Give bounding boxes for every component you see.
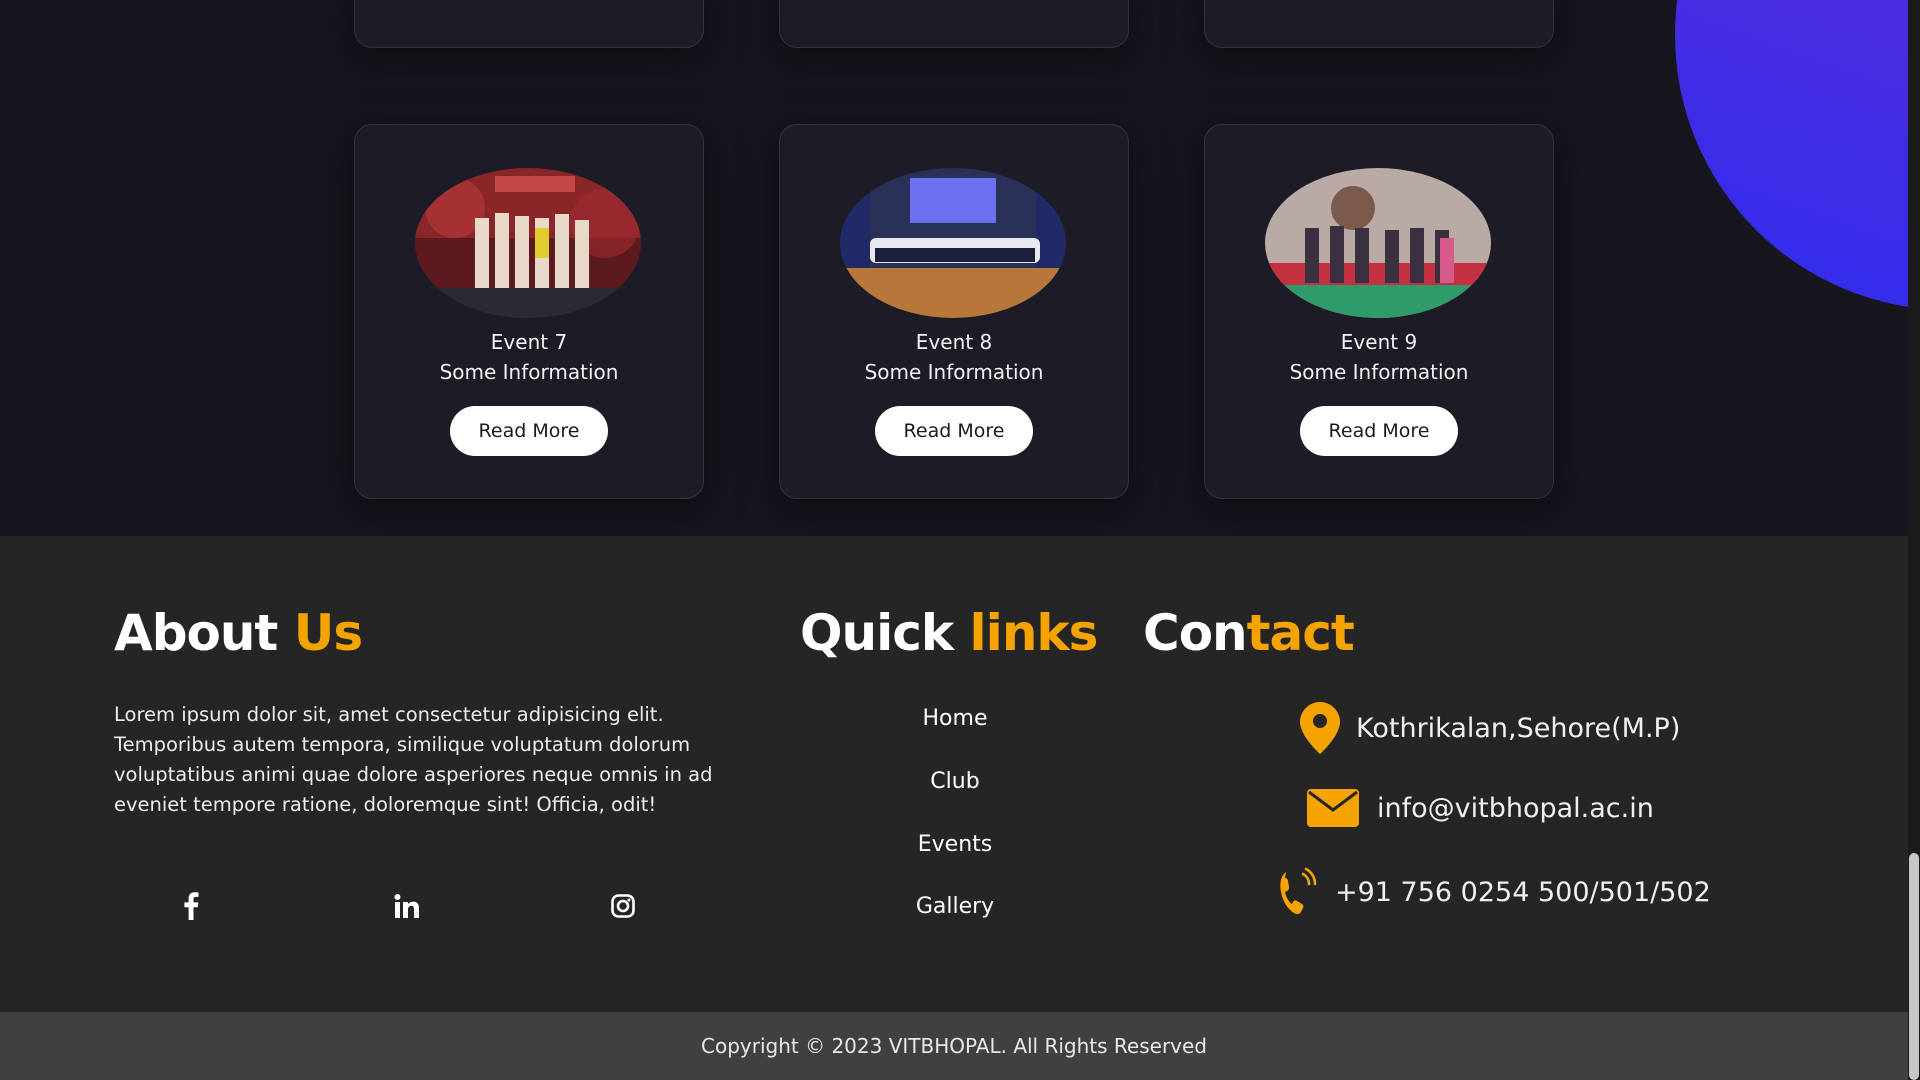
instagram-icon <box>611 894 635 918</box>
linkedin-icon <box>394 894 419 918</box>
linkedin-link[interactable] <box>387 886 427 926</box>
read-more-button[interactable]: Read More <box>450 406 608 456</box>
contact-email: info@vitbhopal.ac.in <box>1307 789 1654 827</box>
scrollbar[interactable] <box>1908 0 1920 1080</box>
event-info: Some Information <box>864 360 1044 384</box>
email-link[interactable]: info@vitbhopal.ac.in <box>1377 793 1654 824</box>
event-card-partial <box>354 0 704 48</box>
event-card-9: Event 9 Some Information Read More <box>1204 124 1554 499</box>
quick-link-club[interactable]: Club <box>855 769 1055 794</box>
event-title: Event 7 <box>490 330 568 354</box>
events-section: Event 7 Some Information Read More Event… <box>0 0 1908 536</box>
event-info: Some Information <box>439 360 619 384</box>
phone-icon <box>1280 867 1317 915</box>
event-title: Event 8 <box>915 330 993 354</box>
facebook-link[interactable] <box>171 886 211 926</box>
contact-phone: +91 756 0254 500/501/502 <box>1277 866 1711 918</box>
copyright-bar: Copyright © 2023 VITBHOPAL. All Rights R… <box>0 1012 1908 1080</box>
instagram-link[interactable] <box>603 886 643 926</box>
event-title: Event 9 <box>1340 330 1418 354</box>
contact-heading: Contact <box>1143 604 1355 662</box>
event-photo <box>1265 168 1491 318</box>
footer: About Us Lorem ipsum dolor sit, amet con… <box>0 536 1908 1012</box>
copyright-text: Copyright © 2023 VITBHOPAL. All Rights R… <box>701 1034 1207 1058</box>
event-info: Some Information <box>1289 360 1469 384</box>
decorative-gradient-circle <box>1675 0 1908 310</box>
read-more-button[interactable]: Read More <box>1300 406 1458 456</box>
contact-address: Kothrikalan,Sehore(M.P) <box>1300 702 1680 754</box>
event-card-7: Event 7 Some Information Read More <box>354 124 704 499</box>
map-pin-icon <box>1300 702 1340 754</box>
address-text: Kothrikalan,Sehore(M.P) <box>1356 712 1681 744</box>
quick-link-gallery[interactable]: Gallery <box>855 894 1055 919</box>
scrollbar-thumb[interactable] <box>1909 853 1919 1080</box>
event-photo <box>840 168 1066 318</box>
event-card-partial <box>779 0 1129 48</box>
envelope-icon <box>1307 789 1359 827</box>
phone-link[interactable]: +91 756 0254 500/501/502 <box>1335 877 1711 908</box>
event-photo <box>415 168 641 318</box>
quick-link-home[interactable]: Home <box>855 706 1055 731</box>
quick-links-heading: Quick links <box>800 604 1098 662</box>
about-text: Lorem ipsum dolor sit, amet consectetur … <box>114 703 713 816</box>
event-card-8: Event 8 Some Information Read More <box>779 124 1129 499</box>
about-heading: About Us <box>114 604 363 662</box>
quick-link-events[interactable]: Events <box>855 832 1055 857</box>
facebook-icon <box>184 892 199 920</box>
event-card-partial <box>1204 0 1554 48</box>
read-more-button[interactable]: Read More <box>875 406 1033 456</box>
